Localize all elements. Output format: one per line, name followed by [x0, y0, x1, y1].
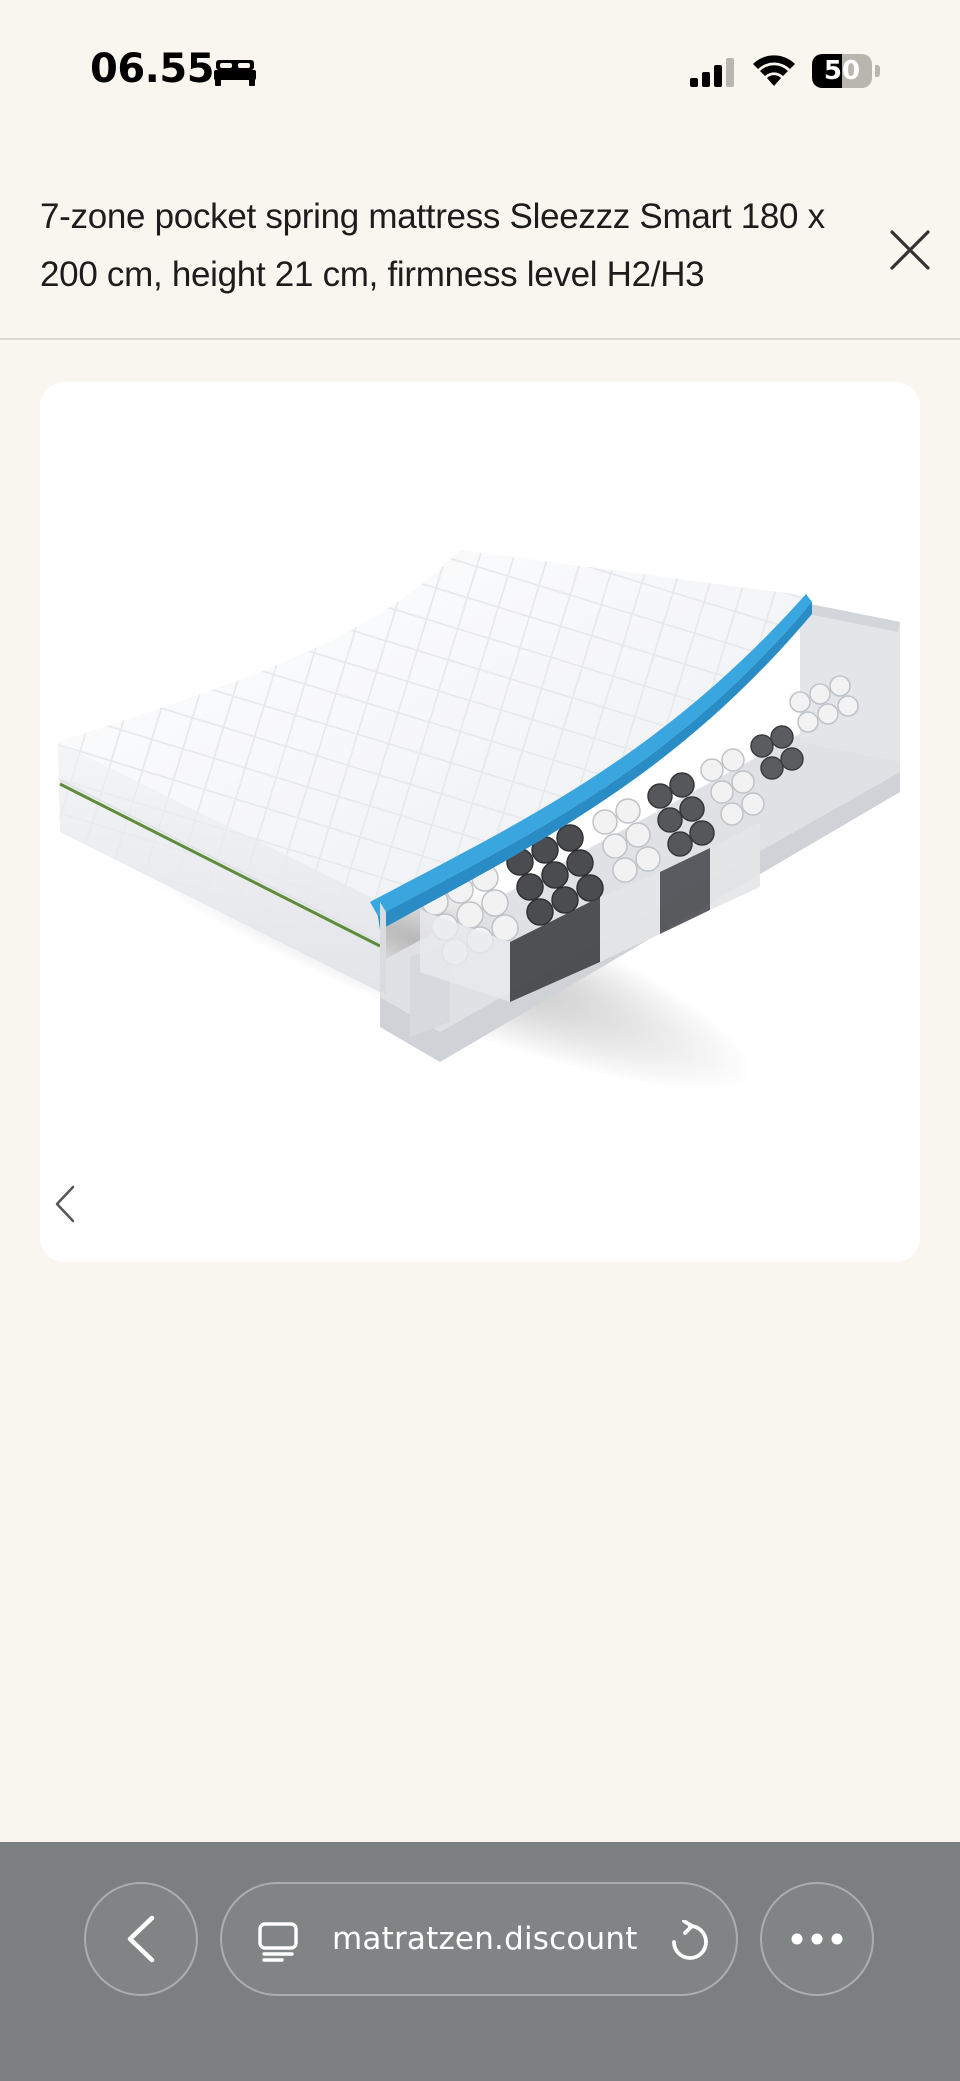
back-button[interactable]	[84, 1882, 198, 1996]
product-image-gallery	[40, 382, 920, 1262]
reload-icon[interactable]	[668, 1920, 708, 1962]
address-bar[interactable]: matratzen.discount	[220, 1882, 738, 1996]
chevron-left-icon	[55, 1185, 75, 1223]
gallery-next-button[interactable]	[914, 1174, 920, 1234]
close-button[interactable]	[880, 220, 940, 280]
product-image[interactable]	[40, 382, 920, 1262]
chevron-left-icon	[127, 1915, 155, 1963]
more-button[interactable]	[760, 1882, 874, 1996]
wifi-icon	[753, 55, 795, 86]
status-time: 06.55	[90, 46, 215, 92]
battery-tip	[875, 65, 880, 77]
battery-icon: 50	[812, 54, 880, 88]
product-title: 7-zone pocket spring mattress Sleezzz Sm…	[40, 197, 825, 294]
status-bar: 06.55 50	[0, 0, 960, 140]
more-icon	[791, 1933, 843, 1945]
battery-body: 50	[812, 54, 872, 88]
close-icon	[890, 230, 930, 270]
gallery-prev-button[interactable]	[40, 1174, 90, 1234]
sleep-focus-icon	[214, 60, 256, 86]
page-header: 7-zone pocket spring mattress Sleezzz Sm…	[0, 140, 960, 340]
url-text: matratzen.discount	[332, 1921, 638, 1957]
tabs-icon	[258, 1922, 298, 1962]
browser-toolbar: matratzen.discount	[0, 1842, 960, 2081]
battery-label: 50	[823, 56, 861, 86]
cellular-signal-icon	[690, 58, 734, 87]
